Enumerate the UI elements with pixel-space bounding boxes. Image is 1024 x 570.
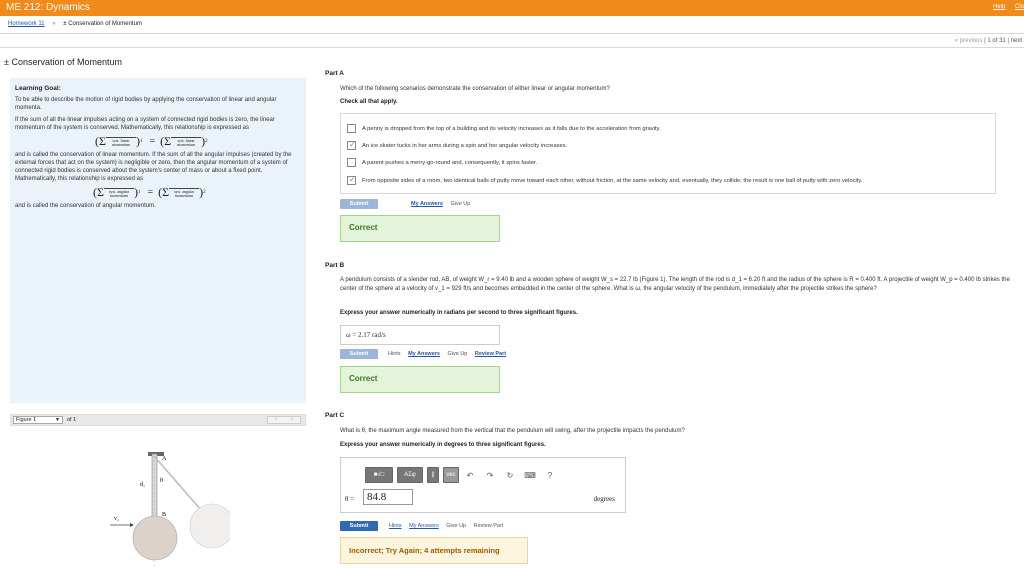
part-a-give-up-link[interactable]: Give Up — [450, 201, 470, 207]
figure-next-button[interactable]: > — [291, 417, 294, 423]
choice-1-text: A penny is dropped from the top of a bui… — [362, 125, 661, 132]
choice-4[interactable]: From opposite sides of a room, two ident… — [347, 175, 863, 185]
choice-2-text: An ice skater tucks in her arms during a… — [362, 142, 568, 149]
figure-nav: < > — [267, 416, 301, 424]
templates-button[interactable]: ■√□ — [365, 467, 393, 483]
part-c-give-up-link[interactable]: Give Up — [446, 523, 466, 529]
pipe-button[interactable]: || — [427, 467, 439, 483]
angular-momentum-equation: (Σ syst. angular momentum) 1 = (Σ syst. ang… — [93, 185, 206, 199]
undo-icon[interactable]: ↶ — [463, 471, 477, 480]
choice-4-text: From opposite sides of a room, two ident… — [362, 177, 863, 184]
vec-button[interactable]: vec — [443, 467, 459, 483]
help-icon[interactable]: ? — [543, 471, 557, 480]
part-c-my-answers-link[interactable]: My Answers — [409, 523, 439, 529]
figure-select-value: Figure 1 — [16, 417, 37, 423]
part-c-label: Part C — [325, 412, 345, 419]
label-v1: v₁ — [114, 516, 119, 522]
part-b-my-answers-link[interactable]: My Answers — [408, 351, 440, 357]
choice-3[interactable]: A parent pushes a merry-go-round and, co… — [347, 158, 537, 167]
part-b-answer: ω = 2.17 rad/s — [340, 325, 500, 345]
part-b-hints-link[interactable]: Hints — [388, 351, 401, 357]
app-title: ME 212: Dynamics — [6, 2, 90, 13]
part-c-submit-button[interactable]: Submit — [340, 521, 378, 531]
part-b-label: Part B — [325, 262, 345, 269]
part-c-instruction: Express your answer numerically in degre… — [340, 442, 546, 448]
part-a-my-answers-link[interactable]: My Answers — [411, 201, 443, 207]
part-c-links: Hints My Answers Give Up Review Part — [389, 523, 509, 529]
part-c-review-link[interactable]: Review Part — [474, 523, 504, 529]
part-a-instruction: Check all that apply. — [340, 99, 398, 105]
redo-icon[interactable]: ↷ — [483, 471, 497, 480]
unit-label: degrees — [593, 495, 615, 503]
label-b: B — [162, 512, 166, 518]
eq2-term-right: syst. angular momentum — [169, 187, 200, 198]
projectile-arrowhead — [130, 523, 134, 527]
learning-goal-p2: and is called the conservation of linear… — [15, 152, 292, 182]
part-b-feedback: Correct — [340, 366, 500, 393]
swung-sphere — [189, 503, 230, 549]
eq2-term-left: syst. angular momentum — [103, 187, 134, 198]
part-c-answer-editor: ■√□ ΑΣφ || vec ↶ ↷ ↻ ⌨ ? θ = 84.8 degree… — [340, 457, 626, 513]
theta-input[interactable]: 84.8 — [363, 489, 413, 505]
part-b-review-link[interactable]: Review Part — [475, 351, 506, 357]
breadcrumb-separator: » — [52, 21, 56, 27]
part-b-submit-button[interactable]: Submit — [340, 349, 378, 359]
part-b-links: Hints My Answers Give Up Review Part — [388, 351, 512, 357]
part-b-instruction: Express your answer numerically in radia… — [340, 310, 578, 316]
wooden-sphere — [132, 515, 178, 561]
reset-icon[interactable]: ↻ — [503, 471, 517, 480]
breadcrumb-homework-link[interactable]: Homework 11 — [8, 21, 45, 27]
part-a-choices: A penny is dropped from the top of a bui… — [340, 113, 996, 194]
part-c-hints-link[interactable]: Hints — [389, 523, 402, 529]
learning-goal-panel: Learning Goal: To be able to describe th… — [10, 78, 306, 403]
choice-1-checkbox[interactable] — [347, 124, 356, 133]
learning-goal-intro: To be able to describe the motion of rig… — [15, 97, 277, 111]
chevron-down-icon: ▼ — [55, 417, 60, 423]
linear-momentum-equation: (Σ syst. linear momentum) 1 = (Σ syst. line… — [95, 134, 208, 148]
theta-label: θ = — [345, 495, 355, 503]
choice-4-checkbox[interactable] — [347, 175, 356, 185]
learning-goal-p3: and is called the conservation of angula… — [15, 203, 156, 209]
choice-2-checkbox[interactable] — [347, 140, 356, 150]
breadcrumb: Homework 11 » ± Conservation of Momentum — [8, 21, 142, 27]
keyboard-icon[interactable]: ⌨ — [523, 471, 537, 480]
symbols-button[interactable]: ΑΣφ — [397, 467, 423, 483]
learning-goal-title: Learning Goal: — [15, 85, 61, 92]
label-a: A — [162, 456, 167, 462]
part-b-give-up-link[interactable]: Give Up — [448, 351, 468, 357]
math-toolbar: ■√□ ΑΣφ || vec ↶ ↷ ↻ ⌨ ? — [365, 467, 563, 483]
pendulum-rod — [151, 453, 158, 527]
part-a-submit-button[interactable]: Submit — [340, 199, 378, 209]
eq1-term-left: syst. linear momentum — [105, 136, 136, 147]
choice-2[interactable]: An ice skater tucks in her arms during a… — [347, 140, 568, 150]
figure-select[interactable]: Figure 1 ▼ — [13, 416, 63, 424]
part-a-links: My Answers Give Up — [411, 201, 476, 207]
choice-3-checkbox[interactable] — [347, 158, 356, 167]
part-a-question: Which of the following scenarios demonst… — [340, 86, 610, 92]
label-theta: θ — [160, 478, 163, 484]
breadcrumb-current: ± Conservation of Momentum — [63, 21, 142, 27]
figure-toolbar: Figure 1 ▼ of 1 < > — [10, 414, 306, 426]
part-a-feedback: Correct — [340, 215, 500, 242]
part-b-question: A pendulum consists of a slender rod, AB… — [340, 277, 1010, 292]
part-c-question: What is θ, the maximum angle measured fr… — [340, 428, 685, 434]
choice-1[interactable]: A penny is dropped from the top of a bui… — [347, 124, 661, 133]
learning-goal-p1: If the sum of all the linear impulses ac… — [15, 117, 275, 131]
page-title: ± Conservation of Momentum — [4, 57, 122, 67]
eq1-term-right: syst. linear momentum — [171, 136, 202, 147]
part-c-feedback: Incorrect; Try Again; 4 attempts remaini… — [340, 537, 528, 564]
figure-count: of 1 — [67, 417, 77, 423]
parts-column: Part A Which of the following scenarios … — [322, 0, 1024, 570]
part-a-label: Part A — [325, 70, 344, 77]
choice-3-text: A parent pushes a merry-go-round and, co… — [362, 159, 538, 166]
pendulum-figure: A B d₁ θ v₁ — [110, 452, 230, 566]
figure-prev-button[interactable]: < — [275, 417, 278, 423]
label-d1: d₁ — [140, 482, 145, 488]
